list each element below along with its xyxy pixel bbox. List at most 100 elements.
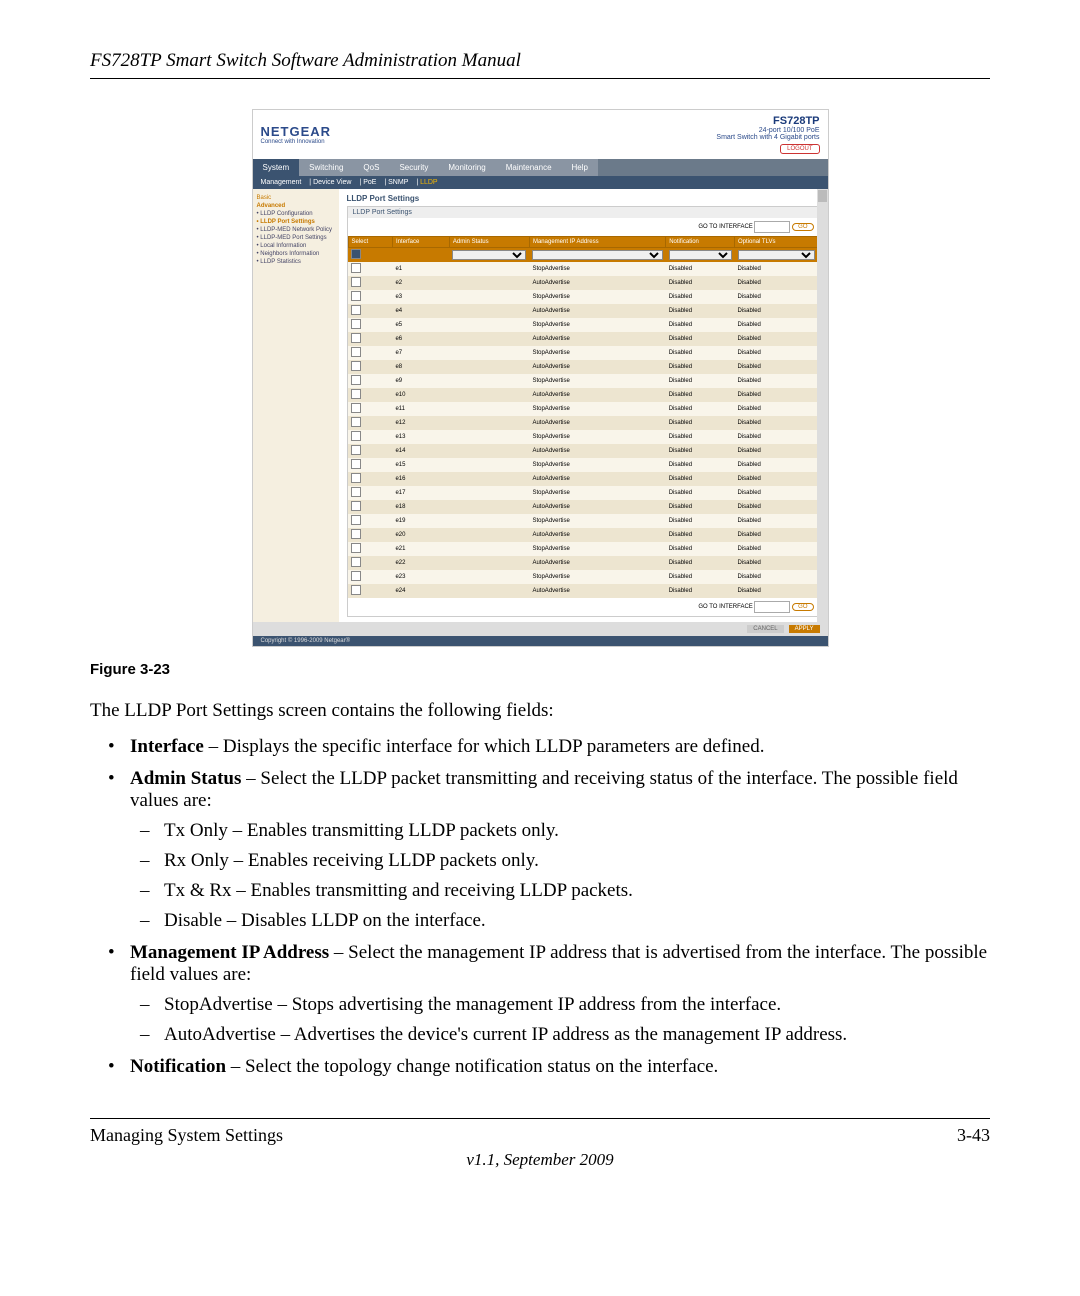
- row-checkbox[interactable]: [351, 319, 361, 329]
- cancel-button[interactable]: CANCEL: [747, 625, 783, 633]
- col-header: Management IP Address: [529, 237, 665, 248]
- row-checkbox[interactable]: [351, 445, 361, 455]
- row-checkbox[interactable]: [351, 263, 361, 273]
- col-header: Optional TLVs: [735, 237, 818, 248]
- sidebar-item[interactable]: • Local Information: [257, 242, 335, 250]
- subtab-device-view[interactable]: Device View: [313, 179, 351, 186]
- row-checkbox[interactable]: [351, 487, 361, 497]
- version-text: v1.1, September 2009: [90, 1150, 990, 1170]
- cell-notif: Disabled: [666, 402, 735, 416]
- row-checkbox[interactable]: [351, 543, 361, 553]
- sub-item: Disable – Disables LLDP on the interface…: [164, 910, 990, 932]
- sidebar-item[interactable]: • LLDP-MED Network Policy: [257, 226, 335, 234]
- row-checkbox[interactable]: [351, 291, 361, 301]
- sidebar-item[interactable]: • LLDP Statistics: [257, 258, 335, 266]
- cell-tlv: Disabled: [735, 276, 818, 290]
- cell-tlv: Disabled: [735, 388, 818, 402]
- cell-notif: Disabled: [666, 360, 735, 374]
- cell-tlv: Disabled: [735, 542, 818, 556]
- sidebar-item[interactable]: • Neighbors Information: [257, 250, 335, 258]
- subtab-poe[interactable]: PoE: [363, 179, 376, 186]
- cell-interface: e2: [392, 276, 449, 290]
- sub-item: StopAdvertise – Stops advertising the ma…: [164, 994, 990, 1016]
- table-row: e15StopAdvertiseDisabledDisabled: [348, 458, 818, 472]
- cell-interface: e1: [392, 262, 449, 276]
- subtab-lldp[interactable]: LLDP: [420, 179, 438, 186]
- row-checkbox[interactable]: [351, 529, 361, 539]
- row-checkbox[interactable]: [351, 459, 361, 469]
- go-button[interactable]: GO: [792, 223, 813, 231]
- page-footer: Managing System Settings3-43: [90, 1118, 990, 1146]
- row-checkbox[interactable]: [351, 557, 361, 567]
- row-checkbox[interactable]: [351, 501, 361, 511]
- sidebar-item[interactable]: • LLDP Port Settings: [257, 218, 335, 226]
- row-checkbox[interactable]: [351, 473, 361, 483]
- tab-qos[interactable]: QoS: [353, 159, 389, 176]
- cell-mgmt: AutoAdvertise: [529, 416, 665, 430]
- field-list: Interface – Displays the specific interf…: [90, 736, 990, 1078]
- tab-monitoring[interactable]: Monitoring: [438, 159, 495, 176]
- logout-button[interactable]: LOGOUT: [780, 144, 819, 154]
- sidebar-item[interactable]: Basic: [257, 194, 335, 202]
- row-checkbox[interactable]: [351, 403, 361, 413]
- product-info: FS728TP24-port 10/100 PoE Smart Switch w…: [716, 115, 819, 154]
- cell-mgmt: AutoAdvertise: [529, 332, 665, 346]
- cell-mgmt: AutoAdvertise: [529, 360, 665, 374]
- tab-switching[interactable]: Switching: [299, 159, 353, 176]
- cell-mgmt: StopAdvertise: [529, 514, 665, 528]
- cell-notif: Disabled: [666, 472, 735, 486]
- panel-box-title: LLDP Port Settings: [348, 207, 819, 218]
- filter-admin[interactable]: [452, 250, 526, 260]
- subtab-snmp[interactable]: SNMP: [388, 179, 408, 186]
- filter-mgmt[interactable]: [532, 250, 662, 260]
- cell-interface: e24: [392, 584, 449, 598]
- tab-security[interactable]: Security: [389, 159, 438, 176]
- goto-input[interactable]: [754, 221, 790, 233]
- table-row: e17StopAdvertiseDisabledDisabled: [348, 486, 818, 500]
- sidebar-item[interactable]: • LLDP-MED Port Settings: [257, 234, 335, 242]
- row-checkbox[interactable]: [351, 431, 361, 441]
- row-checkbox[interactable]: [351, 585, 361, 595]
- cell-notif: Disabled: [666, 486, 735, 500]
- row-checkbox[interactable]: [351, 571, 361, 581]
- cell-notif: Disabled: [666, 290, 735, 304]
- cell-notif: Disabled: [666, 318, 735, 332]
- cell-mgmt: AutoAdvertise: [529, 388, 665, 402]
- tab-system[interactable]: System: [253, 159, 300, 176]
- row-checkbox[interactable]: [351, 333, 361, 343]
- subtab-management[interactable]: Management: [261, 179, 302, 186]
- cell-interface: e12: [392, 416, 449, 430]
- row-checkbox[interactable]: [351, 347, 361, 357]
- sidebar-item[interactable]: • LLDP Configuration: [257, 210, 335, 218]
- select-all-checkbox[interactable]: [351, 249, 361, 259]
- brand-logo: NETGEAR: [261, 124, 332, 139]
- tab-maintenance[interactable]: Maintenance: [496, 159, 562, 176]
- cell-interface: e4: [392, 304, 449, 318]
- goto-input[interactable]: [754, 601, 790, 613]
- cell-tlv: Disabled: [735, 374, 818, 388]
- cell-interface: e23: [392, 570, 449, 584]
- go-button[interactable]: GO: [792, 603, 813, 611]
- sidebar-item[interactable]: Advanced: [257, 202, 335, 210]
- row-checkbox[interactable]: [351, 277, 361, 287]
- row-checkbox[interactable]: [351, 417, 361, 427]
- row-checkbox[interactable]: [351, 375, 361, 385]
- row-checkbox[interactable]: [351, 389, 361, 399]
- filter-notif[interactable]: [669, 250, 732, 260]
- apply-button[interactable]: APPLY: [789, 625, 820, 633]
- cell-interface: e19: [392, 514, 449, 528]
- filter-tlv[interactable]: [738, 250, 815, 260]
- cell-notif: Disabled: [666, 374, 735, 388]
- cell-mgmt: AutoAdvertise: [529, 500, 665, 514]
- row-checkbox[interactable]: [351, 305, 361, 315]
- cell-notif: Disabled: [666, 570, 735, 584]
- col-header: Select: [348, 237, 392, 248]
- row-checkbox[interactable]: [351, 515, 361, 525]
- cell-mgmt: StopAdvertise: [529, 486, 665, 500]
- cell-interface: e9: [392, 374, 449, 388]
- row-checkbox[interactable]: [351, 361, 361, 371]
- scrollbar[interactable]: [817, 189, 828, 622]
- cell-mgmt: AutoAdvertise: [529, 528, 665, 542]
- tab-help[interactable]: Help: [562, 159, 598, 176]
- cell-interface: e11: [392, 402, 449, 416]
